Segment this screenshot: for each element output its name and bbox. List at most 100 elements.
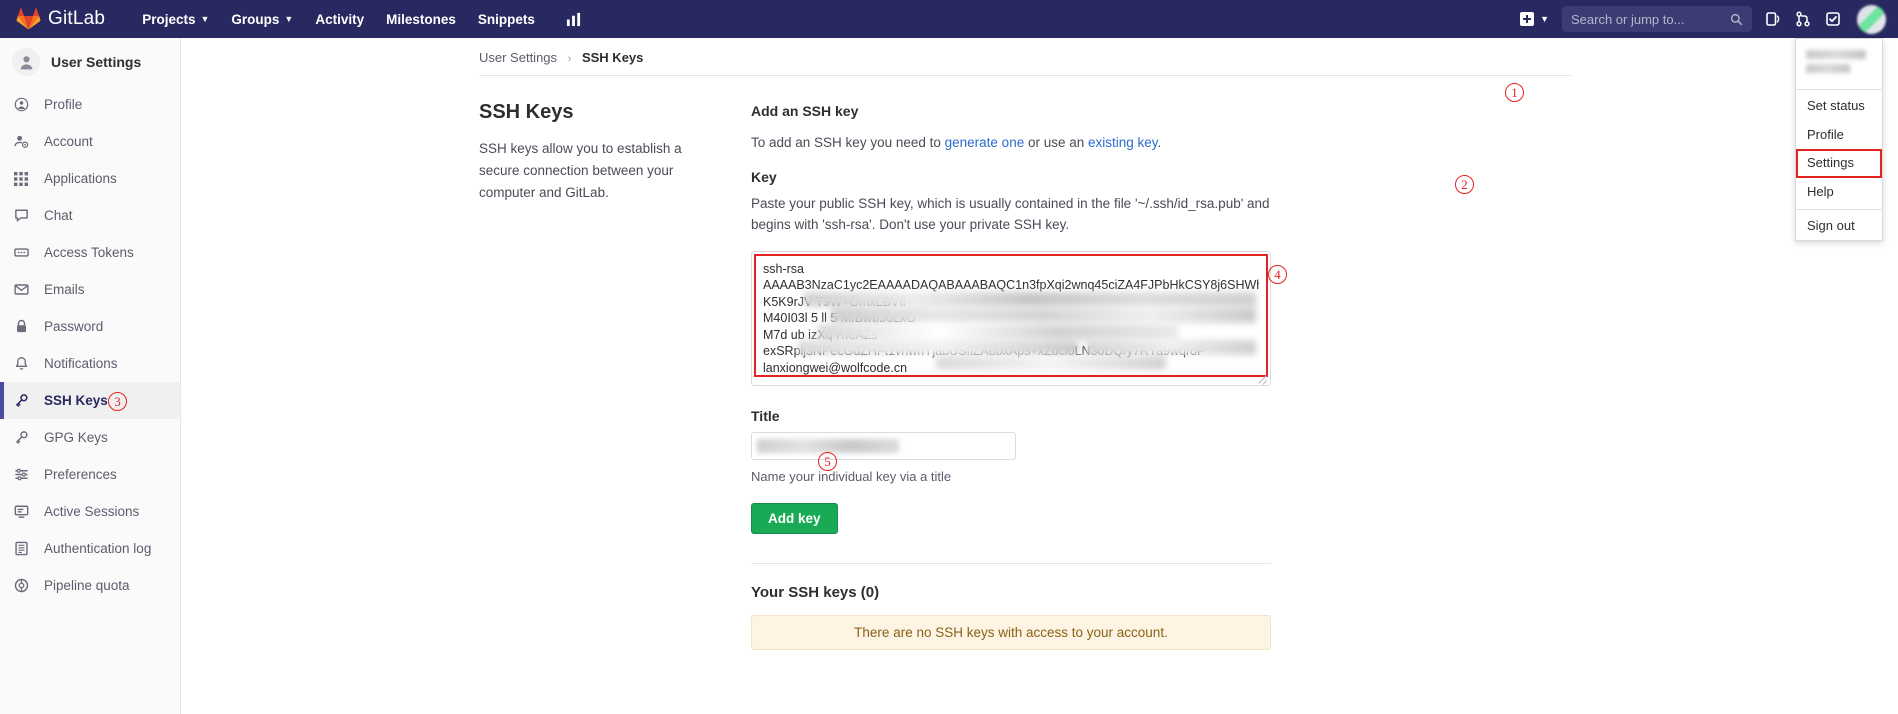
chevron-down-icon: ▼ [284,14,294,24]
user-dropdown-username [1796,46,1882,87]
intro-suffix: . [1157,135,1162,150]
navbar-right: ▼ Search or jump to... [1513,0,1898,38]
add-ssh-key-form: Add an SSH key To add an SSH key you nee… [751,101,1271,650]
sidebar-title: User Settings [51,54,142,70]
sidebar-item-authentication-log[interactable]: Authentication log [0,530,180,567]
sidebar-item-label: Preferences [44,467,117,482]
key-textarea[interactable]: ssh-rsa AAAAB3NzaC1yc2EAAAADAQABAAABAQC1… [751,250,1271,386]
settings-description-column: SSH Keys SSH keys allow you to establish… [479,101,751,650]
key-textarea-inner[interactable]: ssh-rsa AAAAB3NzaC1yc2EAAAADAQABAAABAQC1… [754,253,1268,377]
nav-item-milestones[interactable]: Milestones [375,0,467,38]
annotation-marker-4: 4 [1268,265,1287,284]
key-redaction [804,291,1256,307]
sidebar-item-label: Access Tokens [44,245,134,260]
username-redacted [1806,50,1866,59]
add-key-button[interactable]: Add key [751,502,838,534]
settings-row: SSH Keys SSH keys allow you to establish… [479,101,1898,650]
breadcrumb-parent[interactable]: User Settings [479,50,557,65]
email-icon [14,282,34,297]
sidebar-item-profile[interactable]: Profile [0,86,180,123]
sidebar-item-pipeline-quota[interactable]: Pipeline quota [0,567,180,604]
profile-icon [14,97,34,112]
applications-icon [14,171,34,186]
sidebar-item-preferences[interactable]: Preferences [0,456,180,493]
sidebar-item-label: Chat [44,208,73,223]
handle-redacted [1806,64,1850,73]
dropdown-item-set-status[interactable]: Set status [1796,92,1882,121]
sidebar-item-label: Emails [44,282,85,297]
sidebar-item-gpg-keys[interactable]: GPG Keys [0,419,180,456]
settings-sidebar: User Settings Profile Account Applicatio… [0,38,181,714]
create-new-button[interactable]: ▼ [1513,0,1556,38]
merge-requests-icon[interactable] [1788,0,1818,38]
title-input[interactable] [751,431,1016,460]
nav-item-projects[interactable]: Projects ▼ [131,0,220,38]
page-description: SSH keys allow you to establish a secure… [479,141,682,200]
sidebar-item-emails[interactable]: Emails [0,271,180,308]
nav-item-groups[interactable]: Groups ▼ [220,0,304,38]
sidebar-item-label: Active Sessions [44,504,140,519]
todos-icon[interactable] [1818,0,1848,38]
lock-icon [14,319,34,334]
key-icon [14,430,34,445]
page-title: SSH Keys [479,101,574,123]
sidebar-item-label: Pipeline quota [44,578,130,593]
user-avatar-button[interactable] [1852,0,1890,38]
intro-middle: or use an [1024,135,1089,150]
form-intro-text: To add an SSH key you need to generate o… [751,132,1271,154]
sidebar-item-active-sessions[interactable]: Active Sessions [0,493,180,530]
empty-keys-alert: There are no SSH keys with access to you… [751,614,1271,650]
breadcrumb: User Settings › SSH Keys [181,38,1898,75]
textarea-resize-handle[interactable] [1256,371,1268,383]
key-redaction [798,339,1078,355]
sidebar-item-notifications[interactable]: Notifications [0,345,180,382]
chart-icon[interactable] [560,0,587,38]
sidebar-item-password[interactable]: Password [0,308,180,345]
top-navbar: GitLab Projects ▼ Groups ▼ Activity Mile… [0,0,1898,38]
dropdown-item-sign-out[interactable]: Sign out [1796,212,1882,241]
sidebar-item-label: Authentication log [44,541,152,556]
sidebar-item-label: SSH Keys [44,393,108,408]
sidebar-item-label: GPG Keys [44,430,108,445]
search-icon [1730,13,1743,25]
nav-item-activity[interactable]: Activity [304,0,375,38]
form-actions: Add key [751,502,1271,534]
monitor-icon [14,504,34,519]
dropdown-item-profile[interactable]: Profile [1796,121,1882,150]
sidebar-item-chat[interactable]: Chat [0,197,180,234]
sidebar-item-access-tokens[interactable]: Access Tokens [0,234,180,271]
sidebar-item-ssh-keys[interactable]: SSH Keys [0,382,180,419]
sidebar-item-label: Profile [44,97,83,112]
key-redaction [936,355,1166,370]
annotation-marker-2: 2 [1455,175,1474,194]
breadcrumb-current: SSH Keys [581,50,644,65]
issues-icon[interactable] [1758,0,1788,38]
sidebar-item-applications[interactable]: Applications [0,160,180,197]
generate-one-link[interactable]: generate one [945,135,1025,150]
sidebar-item-label: Password [44,319,104,334]
chat-icon [14,208,34,223]
divider [751,562,1271,564]
dropdown-item-help[interactable]: Help [1796,178,1882,207]
sidebar-item-account[interactable]: Account [0,123,180,160]
brand-text: GitLab [48,8,106,29]
dropdown-item-settings[interactable]: Settings [1796,149,1882,178]
main-content: User Settings › SSH Keys SSH Keys SSH ke… [181,38,1898,714]
intro-prefix: To add an SSH key you need to [751,135,945,150]
preferences-icon [14,467,34,482]
title-value-redacted [757,438,899,453]
chevron-down-icon: ▼ [1540,14,1549,24]
breadcrumb-separator: › [567,53,572,65]
plus-square-icon [1520,12,1535,26]
key-line: ssh-rsa [763,261,804,276]
search-input[interactable]: Search or jump to... [1562,6,1752,32]
search-placeholder: Search or jump to... [1571,11,1685,27]
annotation-marker-5: 5 [818,452,837,471]
gitlab-logo[interactable]: GitLab [16,0,105,38]
key-redaction [831,306,1256,323]
key-icon [14,393,34,408]
log-icon [14,541,34,556]
key-field-label: Key [751,168,777,185]
nav-item-snippets[interactable]: Snippets [467,0,546,38]
existing-key-link[interactable]: existing key [1088,135,1158,150]
